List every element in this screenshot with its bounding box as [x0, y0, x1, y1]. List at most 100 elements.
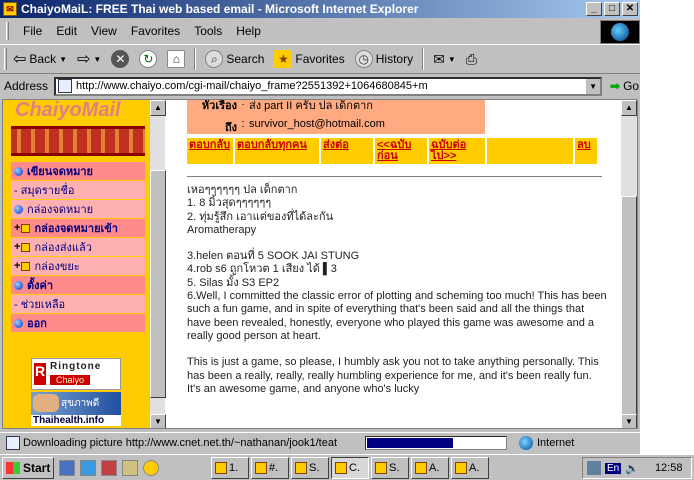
scroll-down-arrow[interactable]: ▼ [150, 414, 166, 428]
address-input[interactable]: http://www.chaiyo.com/cgi-mail/chaiyo_fr… [54, 76, 603, 96]
history-button[interactable]: ◷ History [351, 46, 417, 72]
favorites-label: Favorites [295, 52, 345, 66]
sidebar-item-5[interactable]: + กล่องขยะ [11, 257, 145, 276]
mail-button[interactable]: ✉ ▼ [429, 46, 460, 72]
sidebar-item-label: เขียนจดหมาย [27, 166, 93, 178]
chevron-down-icon: ▼ [447, 54, 456, 64]
chevron-down-icon: ▼ [93, 54, 102, 64]
bullet-icon [14, 280, 23, 290]
chevron-down-icon[interactable]: ▼ [586, 78, 601, 94]
sidebar-item-label: - ช่วยเหลือ [14, 299, 66, 311]
sidebar-item-6[interactable]: ตั้งค่า [11, 276, 145, 295]
taskbar-task[interactable]: S. [371, 456, 409, 479]
sidebar-item-2[interactable]: กล่องจดหมาย [11, 200, 145, 219]
forward-button[interactable]: ⇨ ▼ [73, 46, 105, 72]
action-spacer [487, 138, 573, 164]
sidebar-item-4[interactable]: + กล่องส่งแล้ว [11, 238, 145, 257]
app-icon: ✉ [3, 2, 17, 16]
network-icon[interactable] [587, 461, 601, 475]
stop-button[interactable]: ✕ [107, 46, 133, 72]
delete-link[interactable]: ลบ [575, 138, 597, 164]
desktop-background [640, 0, 694, 454]
message-line: 6.Well, I committed the classic error of… [187, 290, 607, 342]
ringtone-ad[interactable]: R Ringtone Chaiyo [31, 358, 121, 390]
quicklaunch-outlook-icon[interactable] [59, 459, 75, 476]
taskbar-task[interactable]: A. [411, 456, 449, 479]
quicklaunch-ie-icon[interactable] [80, 459, 96, 476]
print-button[interactable]: ⎙ [462, 46, 481, 72]
address-bar: Address http://www.chaiyo.com/cgi-mail/c… [0, 75, 640, 97]
taskbar-task[interactable]: A. [451, 456, 489, 479]
bullet-icon [14, 166, 23, 176]
taskbar-task[interactable]: #. [251, 456, 289, 479]
next-message-link[interactable]: ฉบับต่อไป>> [429, 138, 485, 164]
taskbar-task[interactable]: C. [331, 456, 369, 479]
taskbar-task[interactable]: S. [291, 456, 329, 479]
reply-all-link[interactable]: ตอบกลับทุกคน [235, 138, 319, 164]
previous-message-link[interactable]: <<ฉบับก่อน [375, 138, 427, 164]
forward-arrow-icon: ⇨ [77, 51, 91, 68]
sidebar-item-label: กล่องส่งแล้ว [34, 242, 92, 254]
clock: 12:58 [654, 462, 683, 474]
thai-pattern-banner [11, 126, 145, 156]
taskbar-task[interactable]: 1. [211, 456, 249, 479]
quicklaunch-media-icon[interactable] [101, 459, 117, 476]
menu-view[interactable]: View [91, 24, 117, 38]
internet-globe-icon [519, 435, 533, 450]
ringtone-ad-title: Ringtone [50, 361, 102, 372]
menu-file[interactable]: File [23, 24, 42, 38]
sidebar-item-1[interactable]: - สมุดรายชื่อ [11, 181, 145, 200]
scroll-down-arrow[interactable]: ▼ [621, 414, 637, 428]
back-label: Back [29, 52, 57, 66]
status-text: Downloading picture http://www.cnet.net.… [23, 436, 338, 449]
history-icon: ◷ [354, 50, 373, 68]
sidebar-item-3[interactable]: + กล่องจดหมายเข้า [11, 219, 145, 238]
quicklaunch-desktop-icon[interactable] [122, 459, 138, 476]
colon: : [241, 118, 245, 130]
sidebar-item-0[interactable]: เขียนจดหมาย [11, 162, 145, 181]
sidebar-item-label: กล่องขยะ [34, 261, 80, 273]
menu-edit[interactable]: Edit [56, 24, 77, 38]
home-button[interactable]: ⌂ [163, 46, 189, 72]
thaihealth-ad-thai: สุขภาพดี [61, 398, 100, 409]
scroll-up-arrow[interactable]: ▲ [150, 100, 166, 116]
thaihealth-ad[interactable]: สุขภาพดี Thaihealth.info [31, 392, 121, 426]
quicklaunch-messenger-icon[interactable] [143, 459, 159, 476]
volume-icon[interactable]: 🔈 [625, 462, 639, 475]
start-button[interactable]: Start [2, 456, 54, 479]
menu-favorites[interactable]: Favorites [131, 24, 180, 38]
menu-bar: File Edit View Favorites Tools Help [0, 20, 640, 42]
go-button[interactable]: ➡ Go [610, 79, 639, 93]
ie-throbber-icon [600, 20, 640, 44]
address-url: http://www.chaiyo.com/cgi-mail/chaiyo_fr… [76, 80, 428, 92]
menu-tools[interactable]: Tools [194, 24, 222, 38]
sidebar-ads: R Ringtone Chaiyo สุขภาพดี Thaihealth.in… [31, 358, 121, 426]
maximize-button[interactable]: □ [604, 2, 620, 16]
message-scrollbar[interactable]: ▲ ▼ [621, 100, 637, 428]
sidebar-frame: ChaiyoMail เขียนจดหมาย - สมุดรายชื่อ กล่อง… [3, 100, 149, 428]
scrollbar-thumb[interactable] [150, 170, 166, 398]
scrollbar-thumb[interactable] [621, 196, 637, 428]
forward-link[interactable]: ส่งต่อ [321, 138, 373, 164]
close-button[interactable]: ✕ [622, 2, 638, 16]
menu-help[interactable]: Help [236, 24, 261, 38]
sidebar-item-7[interactable]: - ช่วยเหลือ [11, 295, 145, 314]
sidebar-item-label: - สมุดรายชื่อ [14, 185, 75, 197]
task-label: C. [349, 461, 360, 474]
reply-link[interactable]: ตอบกลับ [187, 138, 233, 164]
back-button[interactable]: ⇦ Back ▼ [9, 46, 71, 72]
message-frame: หัวเรื่อง : ส่ง part II ครับ ปล เด็กตาก … [166, 100, 621, 428]
search-button[interactable]: ⌕ Search [201, 46, 268, 72]
minimize-button[interactable]: _ [586, 2, 602, 16]
language-indicator[interactable]: En [605, 462, 622, 474]
message-line: 3.helen ตอนที่ 5 SOOK JAI STUNG [187, 250, 360, 263]
sidebar-item-8[interactable]: ออก [11, 314, 145, 333]
scroll-up-arrow[interactable]: ▲ [621, 100, 637, 116]
expand-icon: + [14, 222, 21, 234]
folder-icon [21, 242, 31, 252]
refresh-button[interactable]: ↻ [135, 46, 161, 72]
folder-icon [21, 223, 31, 233]
sidebar-scrollbar[interactable]: ▲ ▼ [149, 100, 166, 428]
favorites-button[interactable]: ★ Favorites [270, 46, 348, 72]
go-arrow-icon: ➡ [610, 79, 621, 93]
